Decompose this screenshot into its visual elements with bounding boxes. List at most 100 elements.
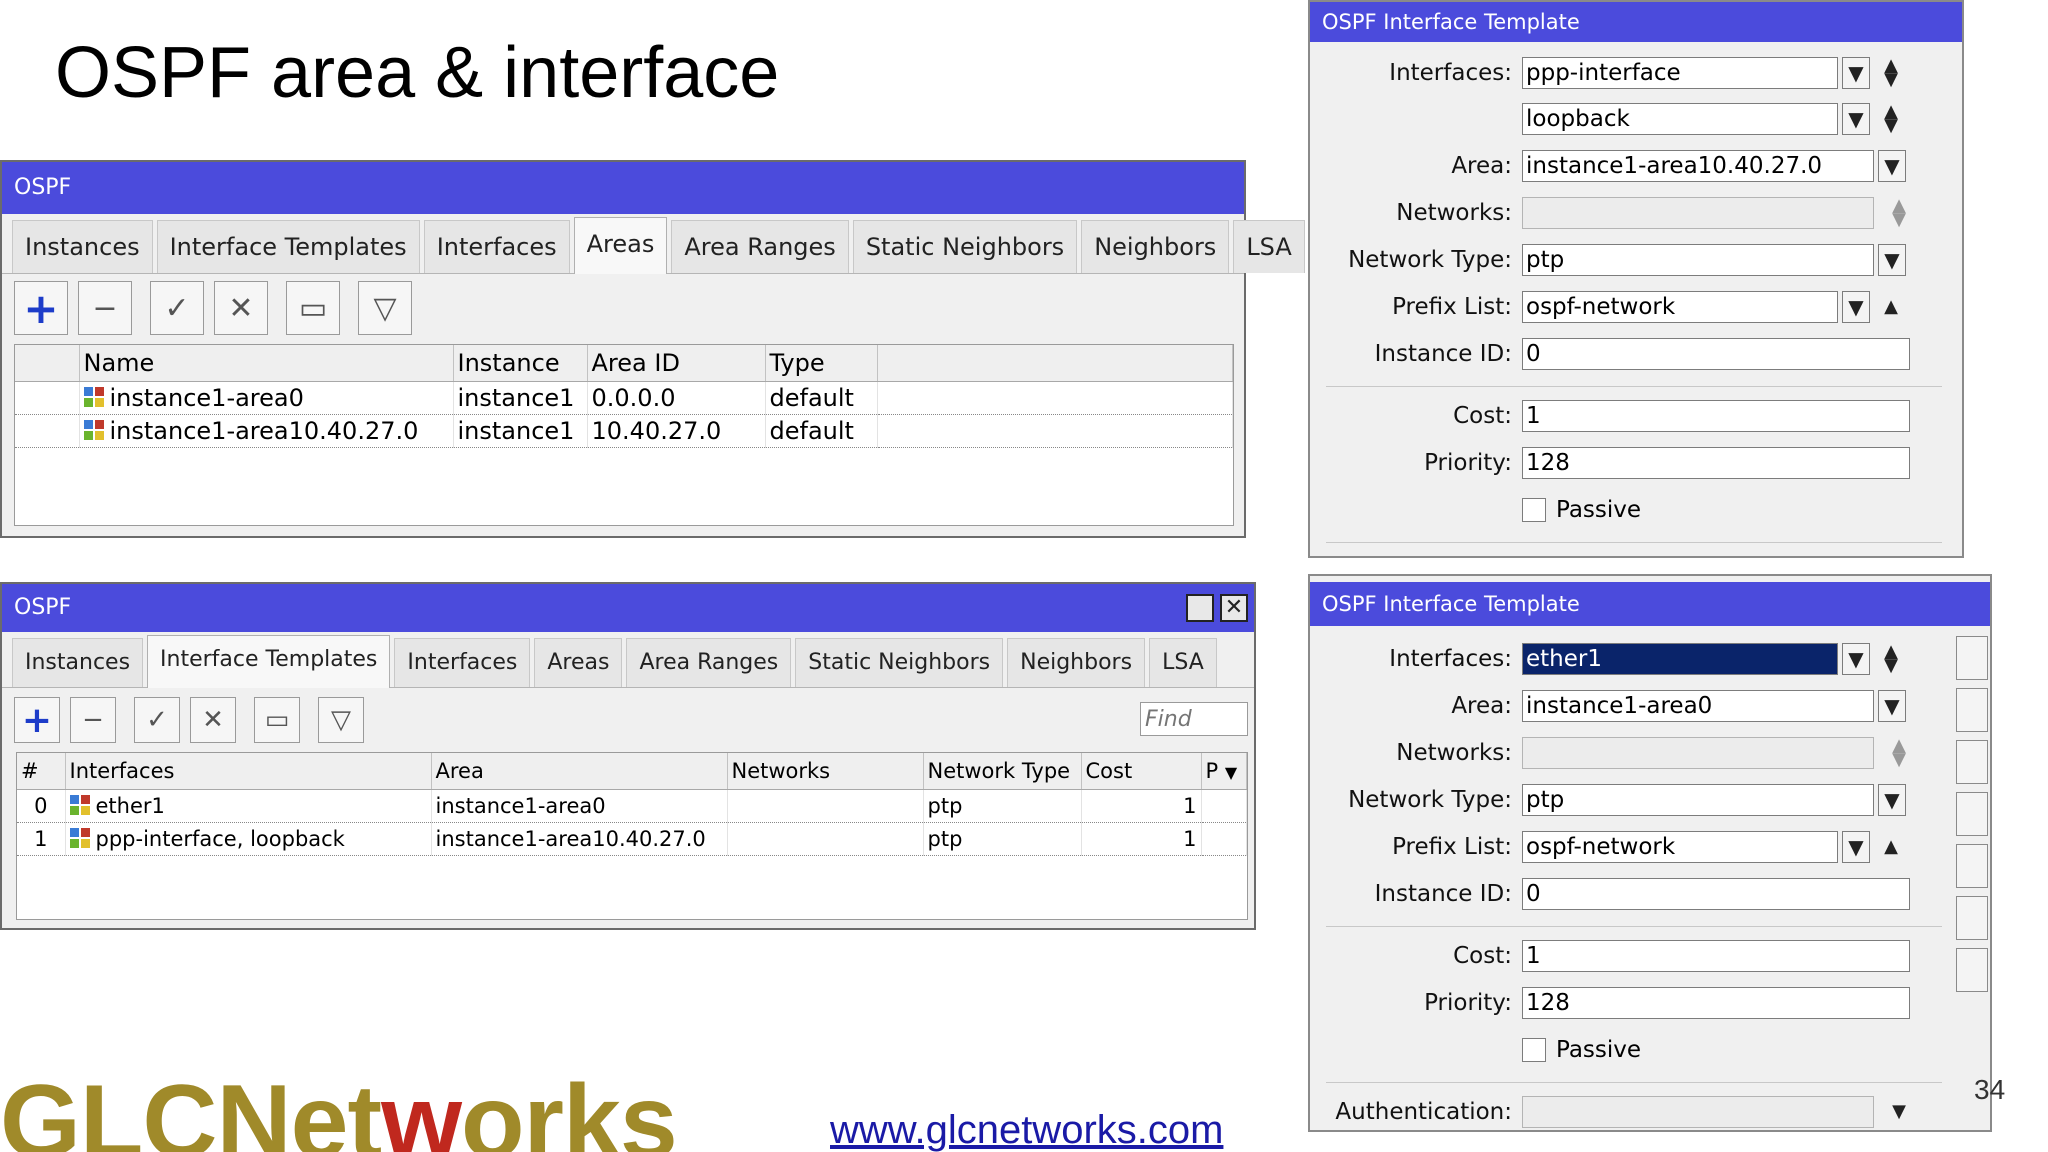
networks-field[interactable] [1522, 197, 1874, 229]
networks-updown-icon[interactable]: ▲ ▼ [1886, 737, 1912, 769]
tab-interfaces[interactable]: Interfaces [394, 638, 531, 687]
network-type-dropdown-button[interactable]: ▼ [1878, 784, 1906, 816]
priority-field[interactable]: 128 [1522, 987, 1910, 1019]
interface-field-1[interactable]: ppp-interface [1522, 57, 1838, 89]
networks-label: Networks: [1396, 200, 1512, 226]
comment-button[interactable]: ▭ [254, 697, 300, 743]
disable-button[interactable]: ✕ [214, 281, 268, 335]
side-button[interactable] [1956, 896, 1988, 940]
instance-id-field[interactable]: 0 [1522, 878, 1910, 910]
side-button[interactable] [1956, 792, 1988, 836]
column-header-name[interactable]: Name [79, 345, 454, 382]
prefix-list-dropdown-button[interactable]: ▼ [1842, 831, 1870, 863]
tab-interface-templates[interactable]: Interface Templates [156, 220, 420, 273]
tab-neighbors[interactable]: Neighbors [1007, 638, 1146, 687]
reorder-updown-icon[interactable]: ▲ ▼ [1878, 643, 1904, 675]
side-button[interactable] [1956, 688, 1988, 732]
side-button[interactable] [1956, 636, 1988, 680]
tab-area-ranges[interactable]: Area Ranges [671, 220, 849, 273]
passive-checkbox[interactable] [1522, 498, 1546, 522]
tab-areas[interactable]: Areas [573, 217, 668, 274]
area-field[interactable]: instance1-area10.40.27.0 [1522, 150, 1874, 182]
side-button[interactable] [1956, 740, 1988, 784]
remove-button[interactable]: − [70, 697, 116, 743]
side-button[interactable] [1956, 948, 1988, 992]
network-type-field[interactable]: ptp [1522, 784, 1874, 816]
enable-button[interactable]: ✓ [134, 697, 180, 743]
table-row[interactable]: 1 ppp-interface, loopback instance1-area… [17, 822, 1247, 856]
interface-dropdown-button-2[interactable]: ▼ [1842, 103, 1870, 135]
instance-cell: instance1 [453, 381, 588, 415]
prefix-list-field[interactable]: ospf-network [1522, 831, 1838, 863]
disable-button[interactable]: ✕ [190, 697, 236, 743]
tab-lsa[interactable]: LSA [1233, 220, 1305, 273]
tab-instances[interactable]: Instances [12, 638, 144, 687]
area-dropdown-button[interactable]: ▼ [1878, 150, 1906, 182]
table-row[interactable]: instance1-area0 instance1 0.0.0.0 defaul… [15, 381, 1233, 415]
reorder-updown-icon[interactable]: ▲ ▼ [1878, 57, 1904, 89]
column-header-networks[interactable]: Networks [727, 753, 924, 790]
column-header-type[interactable]: Type [765, 345, 878, 382]
filter-button[interactable]: ▽ [358, 281, 412, 335]
filter-button[interactable]: ▽ [318, 697, 364, 743]
interface-dropdown-button-1[interactable]: ▼ [1842, 57, 1870, 89]
reorder-updown-icon[interactable]: ▲ ▼ [1878, 103, 1904, 135]
column-header-instance[interactable]: Instance [453, 345, 588, 382]
prefix-list-dropdown-button[interactable]: ▼ [1842, 291, 1870, 323]
networks-field[interactable] [1522, 737, 1874, 769]
column-header-area-id[interactable]: Area ID [587, 345, 766, 382]
tab-areas[interactable]: Areas [534, 638, 623, 687]
number-cell: 1 [17, 822, 66, 856]
area-name-cell: instance1-area0 [79, 381, 454, 415]
priority-field[interactable]: 128 [1522, 447, 1910, 479]
find-input[interactable] [1140, 702, 1248, 736]
column-header-number[interactable]: # [17, 753, 66, 790]
side-button[interactable] [1956, 844, 1988, 888]
interface-dropdown-button[interactable]: ▼ [1842, 643, 1870, 675]
table-row[interactable]: 0 ether1 instance1-area0 ptp 1 [17, 789, 1247, 823]
collapse-up-icon[interactable]: ▲ [1878, 837, 1904, 857]
tab-lsa[interactable]: LSA [1149, 638, 1217, 687]
chevron-down-icon[interactable]: ▼ [1886, 1102, 1912, 1122]
add-button[interactable]: + [14, 281, 68, 335]
interface-field-2[interactable]: loopback [1522, 103, 1838, 135]
network-type-dropdown-button[interactable]: ▼ [1878, 244, 1906, 276]
tab-instances[interactable]: Instances [12, 220, 153, 273]
close-icon[interactable]: ✕ [1220, 594, 1248, 622]
authentication-field[interactable] [1522, 1096, 1874, 1128]
passive-checkbox[interactable] [1522, 1038, 1546, 1062]
column-header-area[interactable]: Area [431, 753, 728, 790]
toolbar: + − ✓ ✕ ▭ ▽ [2, 274, 1244, 342]
area-field[interactable]: instance1-area0 [1522, 690, 1874, 722]
tab-area-ranges[interactable]: Area Ranges [626, 638, 792, 687]
p-cell [1201, 789, 1247, 823]
comment-button[interactable]: ▭ [286, 281, 340, 335]
enable-button[interactable]: ✓ [150, 281, 204, 335]
tab-static-neighbors[interactable]: Static Neighbors [852, 220, 1078, 273]
tab-neighbors[interactable]: Neighbors [1081, 220, 1230, 273]
table-row[interactable]: instance1-area10.40.27.0 instance1 10.40… [15, 414, 1233, 448]
instance-id-field[interactable]: 0 [1522, 338, 1910, 370]
website-link[interactable]: www.glcnetworks.com [830, 1108, 1223, 1152]
column-header-interfaces[interactable]: Interfaces [65, 753, 432, 790]
column-header-p[interactable]: P ▼ [1201, 753, 1247, 790]
prefix-list-field[interactable]: ospf-network [1522, 291, 1838, 323]
tab-interface-templates[interactable]: Interface Templates [147, 635, 391, 688]
tab-static-neighbors[interactable]: Static Neighbors [795, 638, 1004, 687]
area-dropdown-button[interactable]: ▼ [1878, 690, 1906, 722]
cost-field[interactable]: 1 [1522, 940, 1910, 972]
network-type-field[interactable]: ptp [1522, 244, 1874, 276]
networks-updown-icon[interactable]: ▲ ▼ [1886, 197, 1912, 229]
collapse-up-icon[interactable]: ▲ [1878, 297, 1904, 317]
column-header-network-type[interactable]: Network Type [923, 753, 1082, 790]
column-header-cost[interactable]: Cost [1081, 753, 1202, 790]
chevron-down-icon[interactable]: ▼ [1225, 763, 1237, 782]
plus-icon: + [23, 283, 59, 333]
add-button[interactable]: + [14, 697, 60, 743]
interface-field-1[interactable]: ether1 [1522, 643, 1838, 675]
remove-button[interactable]: − [78, 281, 132, 335]
interfaces-cell: ppp-interface, loopback [65, 822, 432, 856]
cost-field[interactable]: 1 [1522, 400, 1910, 432]
tab-interfaces[interactable]: Interfaces [423, 220, 570, 273]
maximize-icon[interactable] [1186, 594, 1214, 622]
